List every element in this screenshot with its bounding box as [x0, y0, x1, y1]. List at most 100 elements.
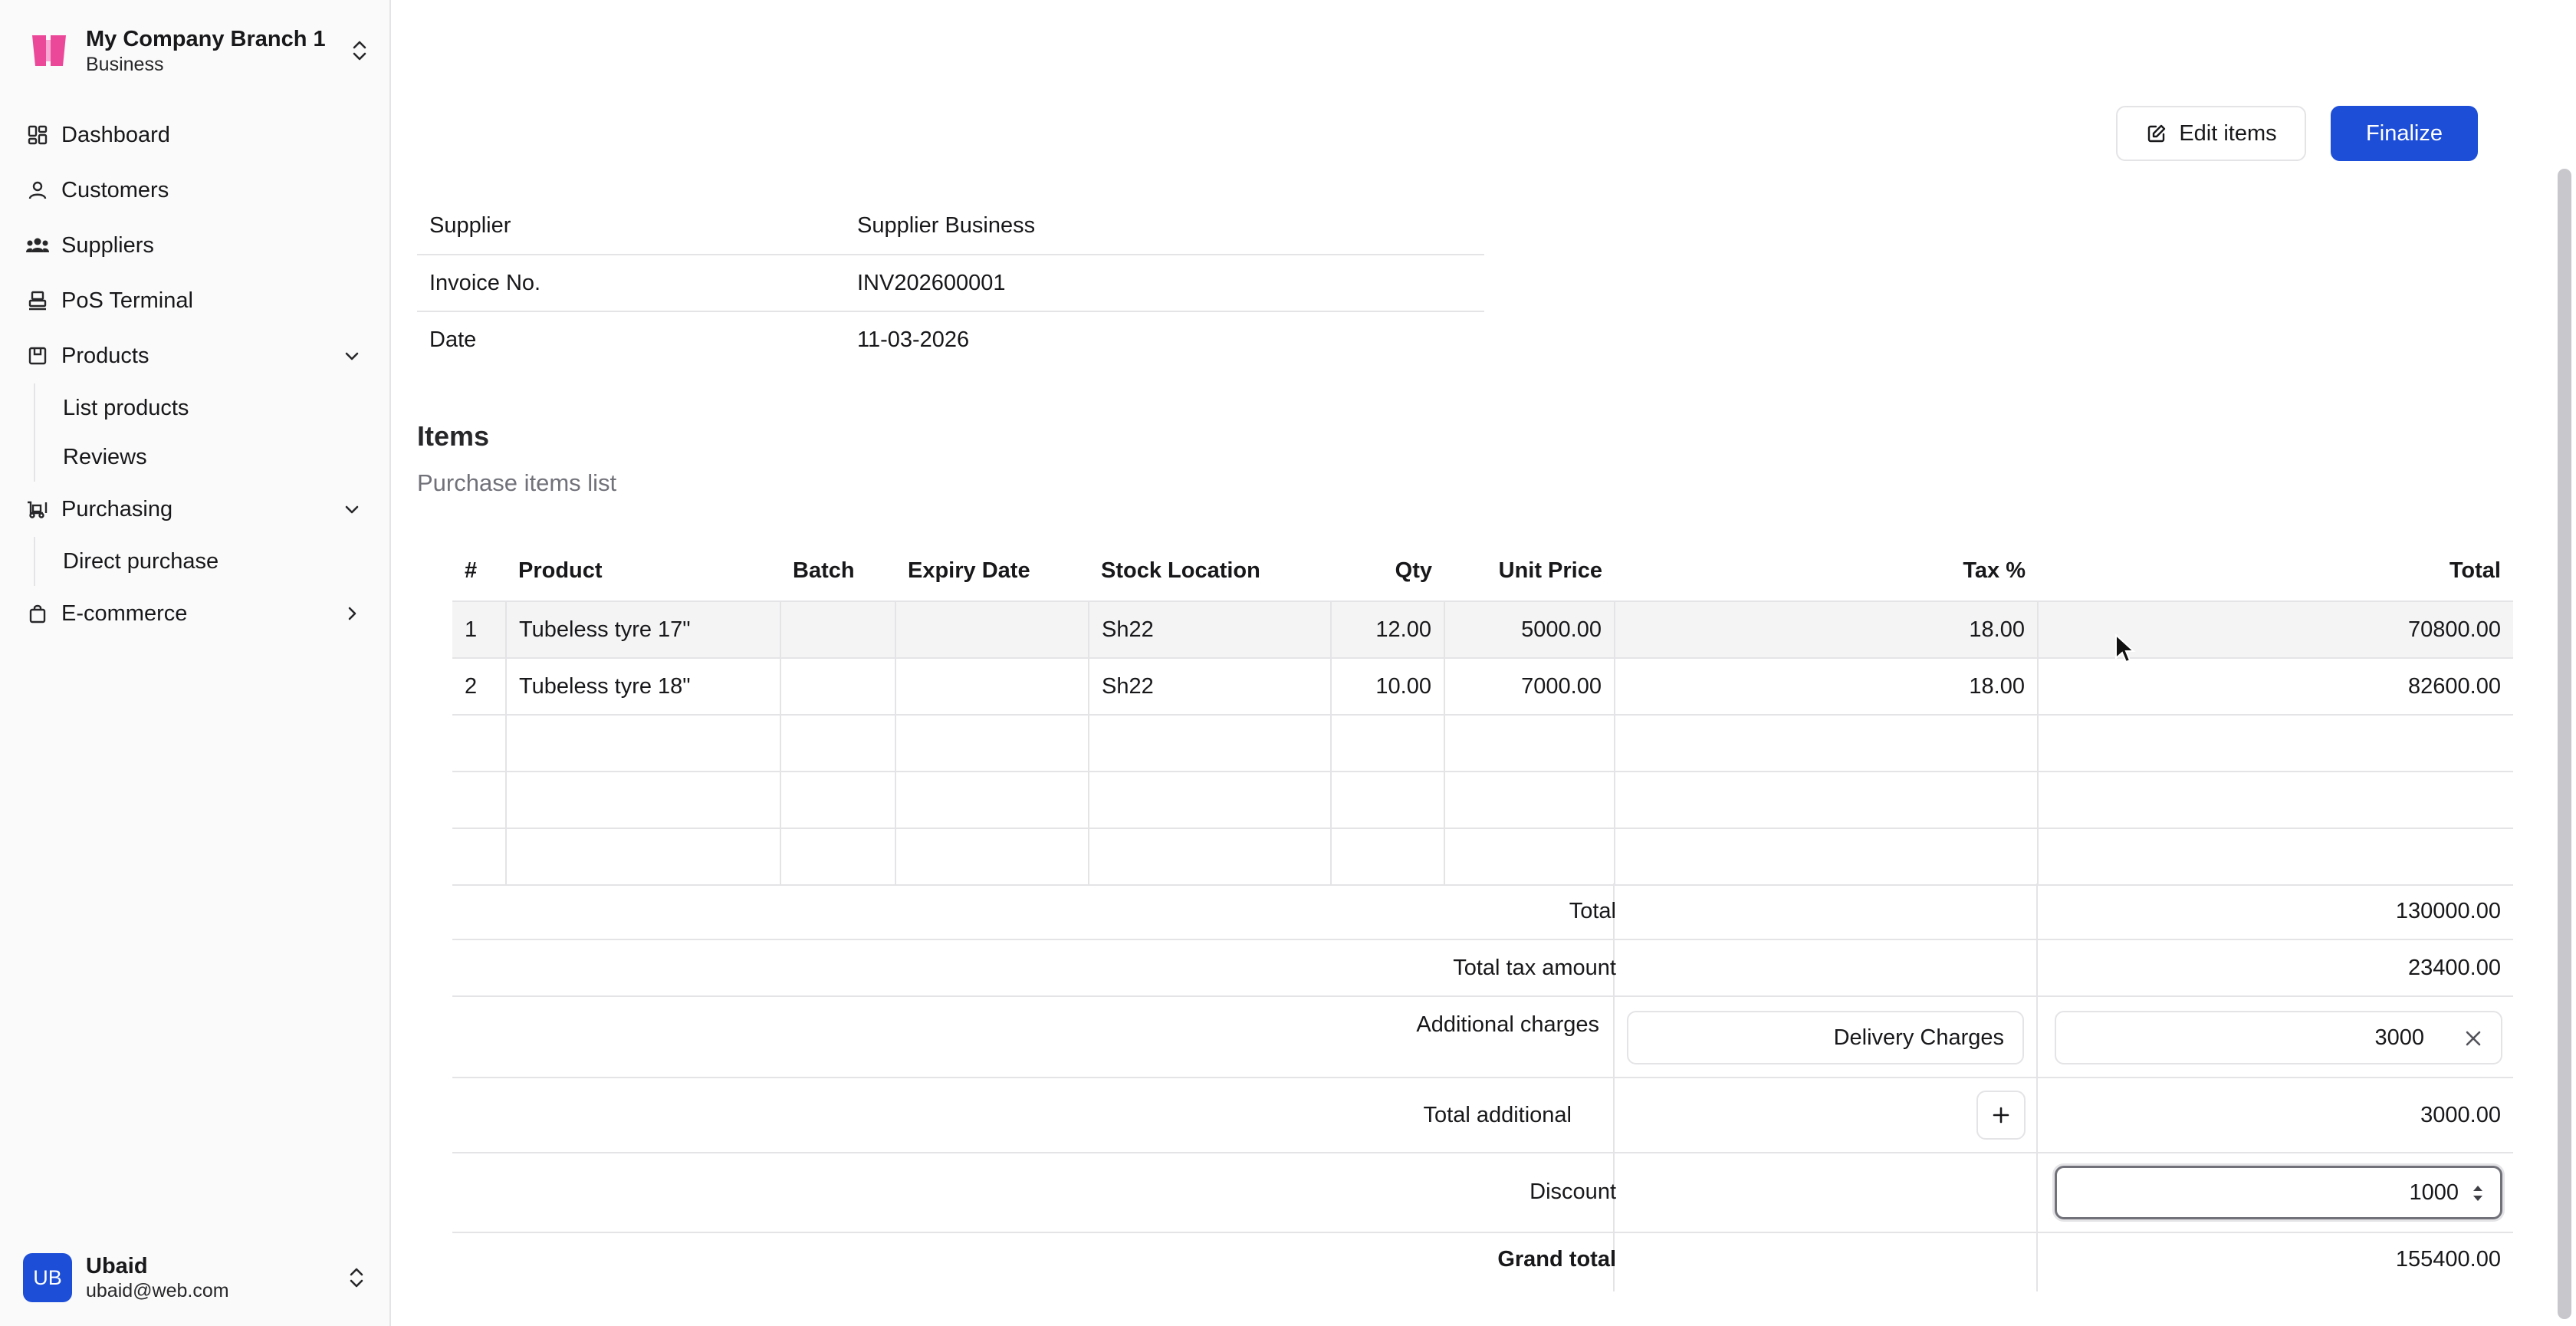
- grand-total-label: Grand total: [1497, 1247, 1616, 1272]
- sidebar: My Company Branch 1 Business Dashboard C…: [0, 0, 391, 1326]
- product-cell: Tubeless tyre 17": [505, 600, 781, 659]
- sidebar-item-label: Purchasing: [61, 496, 173, 522]
- info-row: Date 11-03-2026: [417, 311, 1484, 368]
- discount-value: 1000: [2409, 1180, 2459, 1205]
- total-additional-label: Total additional: [1423, 1103, 1572, 1127]
- sidebar-item-pos-terminal[interactable]: PoS Terminal: [0, 273, 391, 328]
- info-row: Invoice No. INV202600001: [417, 255, 1484, 312]
- sidebar-item-label: Products: [61, 343, 150, 368]
- sidebar-item-label: PoS Terminal: [61, 288, 193, 313]
- info-value: Supplier Business: [845, 198, 1484, 255]
- empty-row: [452, 828, 2513, 886]
- purchasing-submenu: Direct purchase: [34, 537, 391, 586]
- table-header: # Product Batch Expiry Date Stock Locati…: [452, 541, 2513, 601]
- column-header: #: [465, 558, 478, 583]
- column-header: Tax %: [1963, 558, 2026, 583]
- tax-label: Total tax amount: [1453, 956, 1616, 980]
- info-label: Date: [429, 327, 477, 352]
- tax-value: 23400.00: [2408, 956, 2501, 980]
- expiry-cell: [895, 657, 1089, 716]
- sidebar-item-label: Dashboard: [61, 122, 170, 147]
- summary-row-total-additional: Total additional 3000.00: [452, 1078, 2513, 1153]
- column-header: Unit Price: [1498, 558, 1602, 583]
- column-header: Total: [2449, 558, 2501, 583]
- add-charge-button[interactable]: [1976, 1091, 2026, 1140]
- unit-price-cell: 5000.00: [1444, 600, 1615, 659]
- pos-terminal-icon: [26, 289, 49, 312]
- sidebar-item-label: Suppliers: [61, 232, 154, 258]
- location-cell: Sh22: [1088, 657, 1332, 716]
- package-icon: [26, 344, 49, 367]
- products-submenu: List products Reviews: [34, 383, 391, 482]
- row-index: 1: [452, 600, 507, 659]
- edit-items-button[interactable]: Edit items: [2116, 106, 2306, 161]
- user-name: Ubaid: [86, 1254, 148, 1278]
- sidebar-item-products[interactable]: Products: [0, 328, 391, 383]
- total-cell: 82600.00: [2037, 657, 2513, 716]
- sidebar-item-purchasing[interactable]: Purchasing: [0, 482, 391, 537]
- column-header: Batch: [793, 558, 855, 583]
- discount-input[interactable]: 1000: [2055, 1166, 2502, 1219]
- org-switcher[interactable]: My Company Branch 1 Business: [26, 21, 371, 80]
- discount-label: Discount: [1530, 1180, 1616, 1204]
- qty-cell: 10.00: [1330, 657, 1445, 716]
- edit-items-label: Edit items: [2179, 120, 2277, 146]
- sidebar-item-reviews[interactable]: Reviews: [63, 433, 391, 482]
- summary-row-grand-total: Grand total 155400.00: [452, 1233, 2513, 1291]
- sidebar-item-list-products[interactable]: List products: [63, 383, 391, 433]
- sidebar-item-dashboard[interactable]: Dashboard: [0, 107, 391, 163]
- number-spinner-icon[interactable]: [2471, 1182, 2485, 1205]
- info-label: Invoice No.: [417, 255, 845, 312]
- mouse-cursor-icon: [2114, 633, 2136, 664]
- batch-cell: [780, 657, 896, 716]
- batch-cell: [780, 600, 896, 659]
- table-row[interactable]: 1 Tubeless tyre 17" Sh22 12.00 5000.00 1…: [452, 600, 2513, 659]
- total-label: Total: [1569, 899, 1616, 923]
- total-value: 130000.00: [2395, 899, 2501, 923]
- dashboard-icon: [26, 123, 49, 146]
- user-email: ubaid@web.com: [86, 1280, 229, 1301]
- info-label: Supplier: [417, 198, 845, 255]
- column-header: Qty: [1395, 558, 1432, 583]
- column-header: Product: [518, 558, 603, 583]
- scrollbar[interactable]: [2558, 169, 2571, 1319]
- additional-charges-label: Additional charges: [1416, 1012, 1599, 1037]
- close-icon[interactable]: [2463, 1028, 2484, 1049]
- qty-cell: 12.00: [1330, 600, 1445, 659]
- location-cell: Sh22: [1088, 600, 1332, 659]
- sidebar-item-ecommerce[interactable]: E-commerce: [0, 586, 391, 641]
- org-name: My Company Branch 1: [86, 27, 326, 51]
- items-heading: Items: [417, 420, 490, 452]
- tax-cell: 18.00: [1614, 657, 2039, 716]
- chevron-down-icon: [340, 344, 363, 367]
- items-subtitle: Purchase items list: [417, 469, 617, 496]
- expiry-cell: [895, 600, 1089, 659]
- sidebar-item-direct-purchase[interactable]: Direct purchase: [63, 537, 391, 586]
- purchase-info-table: Supplier Supplier Business Invoice No. I…: [417, 198, 1484, 368]
- forklift-icon: [26, 498, 49, 521]
- charge-amount-input[interactable]: 3000: [2055, 1011, 2502, 1064]
- table-row[interactable]: 2 Tubeless tyre 18" Sh22 10.00 7000.00 1…: [452, 657, 2513, 716]
- user-menu[interactable]: UB Ubaid ubaid@web.com: [23, 1250, 368, 1305]
- sidebar-item-suppliers[interactable]: Suppliers: [0, 218, 391, 273]
- edit-icon: [2145, 122, 2168, 145]
- product-cell: Tubeless tyre 18": [505, 657, 781, 716]
- total-additional-value: 3000.00: [2420, 1103, 2501, 1127]
- empty-row: [452, 771, 2513, 829]
- org-type: Business: [86, 54, 164, 75]
- sidebar-item-label: Customers: [61, 177, 169, 202]
- column-header: Expiry Date: [908, 558, 1030, 583]
- unit-price-cell: 7000.00: [1444, 657, 1615, 716]
- company-logo-icon: [26, 28, 72, 74]
- plus-icon: [1993, 1107, 2009, 1124]
- sidebar-item-customers[interactable]: Customers: [0, 163, 391, 218]
- chevrons-up-down-icon: [348, 35, 371, 66]
- tax-cell: 18.00: [1614, 600, 2039, 659]
- chevron-right-icon: [340, 602, 363, 625]
- charge-name-input[interactable]: Delivery Charges: [1627, 1011, 2024, 1064]
- sidebar-item-label: E-commerce: [61, 600, 188, 626]
- finalize-button[interactable]: Finalize: [2331, 106, 2478, 161]
- chevrons-up-down-icon: [345, 1262, 368, 1293]
- items-table: # Product Batch Expiry Date Stock Locati…: [452, 541, 2513, 886]
- users-group-icon: [26, 234, 49, 257]
